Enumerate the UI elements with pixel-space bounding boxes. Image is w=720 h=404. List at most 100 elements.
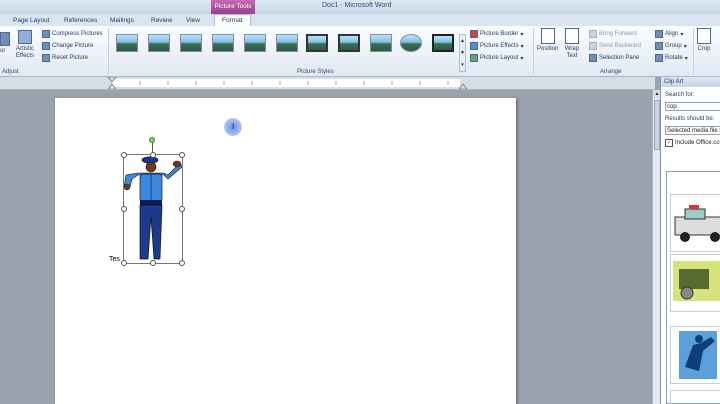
media-type-select[interactable]: Selected media file t xyxy=(665,126,720,135)
include-office-label: Include Office.co xyxy=(675,140,720,146)
selection-pane-icon xyxy=(589,54,597,62)
color-button-label: or xyxy=(0,48,6,54)
crop-button[interactable]: Crop xyxy=(697,28,711,52)
include-office-checkbox-row[interactable]: ✓ Include Office.co xyxy=(665,139,720,147)
results-should-be-label: Results should be: xyxy=(665,116,715,122)
window-title: Doc1 - Microsoft Word xyxy=(322,2,392,9)
picture-style-7[interactable] xyxy=(306,34,328,52)
selection-pane-button[interactable]: Selection Pane xyxy=(589,54,639,62)
picture-effects-label: Picture Effects xyxy=(480,43,519,49)
selection-pane-label: Selection Pane xyxy=(599,55,640,61)
clip-art-pane: Clip Art Search for: cop Results should … xyxy=(660,77,720,404)
horizontal-ruler[interactable] xyxy=(0,77,655,90)
separator xyxy=(693,28,694,74)
picture-tools-context-tab: Picture Tools xyxy=(211,0,255,14)
group-icon xyxy=(655,42,663,50)
rotation-handle[interactable] xyxy=(149,137,155,143)
picture-layout-button[interactable]: Picture Layout ▾ xyxy=(470,54,523,62)
resize-handle-left[interactable] xyxy=(121,206,127,212)
clip-art-result[interactable] xyxy=(670,390,720,404)
ribbon: or Artistic Effects Compress Pictures Ch… xyxy=(0,26,720,77)
search-input[interactable]: cop xyxy=(665,102,720,111)
compress-label: Compress Pictures xyxy=(52,31,103,37)
align-label: Align xyxy=(665,31,679,37)
picture-style-1[interactable] xyxy=(116,34,138,52)
send-backward-label: Send Backward xyxy=(599,43,642,49)
picture-style-4[interactable] xyxy=(212,34,234,52)
clip-art-result[interactable] xyxy=(670,194,720,252)
reset-picture-icon xyxy=(42,54,50,62)
crop-icon xyxy=(697,28,711,44)
bring-forward-button[interactable]: Bring Forward xyxy=(589,30,637,38)
picture-style-3[interactable] xyxy=(180,34,202,52)
change-picture-icon xyxy=(42,42,50,50)
picture-layout-icon xyxy=(470,54,478,62)
picture-border-label: Picture Border xyxy=(480,31,519,37)
change-picture-button[interactable]: Change Picture xyxy=(42,42,93,50)
resize-handle-bottom-left[interactable] xyxy=(121,260,127,266)
hanging-indent-marker xyxy=(107,83,117,89)
separator xyxy=(108,28,109,74)
clip-art-result[interactable] xyxy=(670,254,720,312)
resize-handle-top[interactable] xyxy=(150,152,156,158)
dropdown-arrow-icon: ▾ xyxy=(684,55,688,62)
color-button[interactable]: or xyxy=(0,32,10,54)
tab-review[interactable]: Review xyxy=(151,15,172,26)
position-button[interactable]: Position xyxy=(537,28,558,52)
picture-style-6[interactable] xyxy=(276,34,298,52)
wrap-text-label: Wrap Text xyxy=(564,46,580,59)
wrap-text-icon xyxy=(565,28,579,44)
resize-handle-right[interactable] xyxy=(179,206,185,212)
adjust-group-label: Adjust xyxy=(2,69,19,75)
separator xyxy=(533,28,534,74)
color-icon xyxy=(0,32,10,46)
police-officer-clipart xyxy=(124,156,182,260)
officer-directing-clipart xyxy=(679,331,717,379)
compress-pictures-button[interactable]: Compress Pictures xyxy=(42,30,103,38)
picture-style-5[interactable] xyxy=(244,34,266,52)
search-for-label: Search for: xyxy=(665,92,695,98)
change-picture-label: Change Picture xyxy=(52,43,94,49)
picture-border-button[interactable]: Picture Border ▾ xyxy=(470,30,523,38)
picture-style-10[interactable] xyxy=(400,34,422,52)
tab-mailings[interactable]: Mailings xyxy=(110,15,134,26)
compress-icon xyxy=(42,30,50,38)
arrange-group-label: Arrange xyxy=(600,69,622,75)
selected-picture[interactable] xyxy=(123,154,183,264)
wrap-text-button[interactable]: Wrap Text xyxy=(563,28,581,60)
gallery-scroll[interactable]: ▲ ▼ ▾ xyxy=(459,34,466,72)
checkbox-checked-icon[interactable]: ✓ xyxy=(665,139,673,147)
artistic-effects-button[interactable]: Artistic Effects xyxy=(13,30,37,60)
picture-style-9[interactable] xyxy=(370,34,392,52)
bring-forward-icon xyxy=(589,30,597,38)
tab-view[interactable]: View xyxy=(186,15,200,26)
reset-picture-label: Reset Picture xyxy=(52,55,89,61)
resize-handle-top-left[interactable] xyxy=(121,152,127,158)
rotate-button[interactable]: Rotate ▾ xyxy=(655,54,688,62)
dropdown-arrow-icon: ▾ xyxy=(683,43,687,50)
picture-effects-button[interactable]: Picture Effects ▾ xyxy=(470,42,524,50)
group-button[interactable]: Group ▾ xyxy=(655,42,687,50)
send-backward-icon xyxy=(589,42,597,50)
picture-style-8[interactable] xyxy=(338,34,360,52)
clip-art-result[interactable] xyxy=(670,326,720,384)
bring-forward-label: Bring Forward xyxy=(599,31,637,37)
picture-style-2[interactable] xyxy=(148,34,170,52)
resize-handle-top-right[interactable] xyxy=(179,152,185,158)
send-backward-button[interactable]: Send Backward xyxy=(589,42,641,50)
tab-format[interactable]: Format xyxy=(214,14,251,26)
picture-layout-label: Picture Layout xyxy=(480,55,519,61)
police-car-clipart xyxy=(674,205,720,242)
resize-handle-bottom-right[interactable] xyxy=(179,260,185,266)
artistic-effects-icon xyxy=(18,30,32,44)
clip-art-results xyxy=(666,171,720,404)
reset-picture-button[interactable]: Reset Picture xyxy=(42,54,88,62)
tab-page-layout[interactable]: Page Layout xyxy=(13,15,50,26)
position-icon xyxy=(540,28,555,44)
tab-references[interactable]: References xyxy=(64,15,97,26)
align-button[interactable]: Align ▾ xyxy=(655,30,683,38)
resize-handle-bottom[interactable] xyxy=(150,260,156,266)
rotate-label: Rotate xyxy=(665,55,683,61)
rotate-icon xyxy=(655,54,663,62)
picture-style-11[interactable] xyxy=(432,34,454,52)
